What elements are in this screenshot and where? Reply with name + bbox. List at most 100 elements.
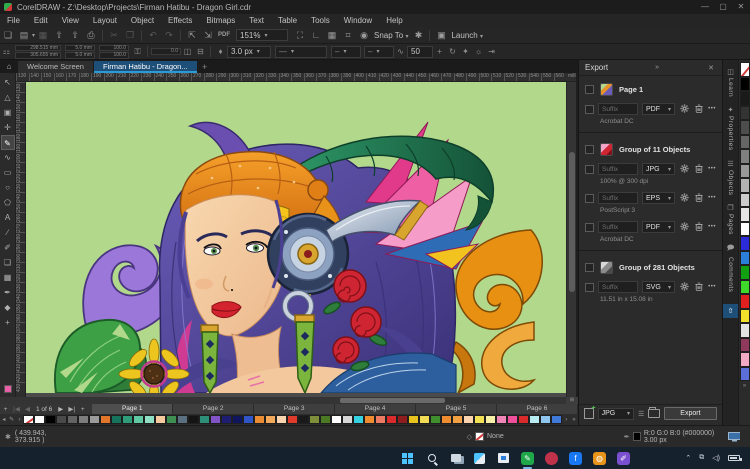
justify-icon[interactable]: ⇥ xyxy=(485,47,498,56)
palette-swatch[interactable] xyxy=(739,294,750,309)
color-swatch[interactable] xyxy=(540,415,552,424)
color-swatch[interactable] xyxy=(507,415,519,424)
redo-icon[interactable]: ↷ xyxy=(161,30,177,41)
item-delete-trash-icon[interactable] xyxy=(694,104,705,114)
palette-swatch[interactable] xyxy=(739,134,750,149)
format-dropdown[interactable]: JPG ▾ xyxy=(642,163,676,175)
color-swatch[interactable] xyxy=(386,415,398,424)
transparency-tool-icon[interactable]: ▦ xyxy=(1,270,15,285)
menu-bitmaps[interactable]: Bitmaps xyxy=(199,14,242,27)
start-arrowhead-combo[interactable]: – ▾ xyxy=(331,45,361,58)
end-arrowhead-combo[interactable]: – ▾ xyxy=(364,45,394,58)
palette-swatch[interactable] xyxy=(739,221,750,236)
color-swatch[interactable] xyxy=(56,415,68,424)
artistic-media-tool-icon[interactable]: ∿ xyxy=(1,150,15,165)
color-swatch[interactable] xyxy=(67,415,79,424)
color-swatch[interactable] xyxy=(111,415,123,424)
home-icon[interactable]: ⌂ xyxy=(0,61,18,73)
launch-dropdown[interactable]: Launch ▾ xyxy=(451,31,483,40)
maximize-button[interactable]: ▢ xyxy=(714,0,732,14)
item-delete-trash-icon[interactable] xyxy=(694,164,705,174)
color-swatch[interactable] xyxy=(166,415,178,424)
palette-swatch[interactable] xyxy=(739,149,750,164)
color-swatch[interactable] xyxy=(397,415,409,424)
last-page-icon[interactable]: ▶| xyxy=(66,405,77,413)
page-tab-page-3[interactable]: Page 3 xyxy=(254,404,336,414)
fill-tool-icon[interactable]: ◆ xyxy=(1,300,15,315)
vertical-scrollbar[interactable] xyxy=(566,82,576,397)
menu-object[interactable]: Object xyxy=(124,14,161,27)
tray-display-icon[interactable]: ⧉ xyxy=(699,454,704,462)
size-height-field[interactable]: 5.0 mm xyxy=(65,52,95,59)
color-swatch[interactable] xyxy=(353,415,365,424)
previous-page-icon[interactable]: ◀ xyxy=(22,405,33,413)
palette-swatch[interactable] xyxy=(739,192,750,207)
add-page-after-icon[interactable]: + xyxy=(77,406,88,413)
taskbar-app-purple-icon[interactable]: ✐ xyxy=(616,451,631,466)
color-swatch[interactable] xyxy=(243,415,255,424)
save-icon[interactable]: ▦ xyxy=(35,30,51,41)
rectangle-tool-icon[interactable]: ▭ xyxy=(1,165,15,180)
reduce-nodes-icon[interactable]: ✦ xyxy=(459,47,472,56)
palette-swatch[interactable] xyxy=(739,105,750,120)
export-footer-format-combo[interactable]: JPG ▾ xyxy=(597,407,635,420)
menu-file[interactable]: File xyxy=(0,14,27,27)
color-swatch[interactable] xyxy=(331,415,343,424)
publish-pdf-icon[interactable]: PDF xyxy=(216,32,232,38)
zoom-level-combo[interactable]: 151% ▾ xyxy=(236,29,289,41)
item-more-options-icon[interactable]: ••• xyxy=(708,195,716,201)
display-settings-icon[interactable] xyxy=(728,431,740,442)
position-y-field[interactable]: 305.655 mm xyxy=(15,52,61,59)
palette-swatch[interactable] xyxy=(739,352,750,367)
color-swatch[interactable] xyxy=(265,415,277,424)
palette-swatch[interactable] xyxy=(739,178,750,193)
show-guidelines-icon[interactable]: ⌗ xyxy=(340,30,356,41)
suffix-input[interactable] xyxy=(598,221,638,233)
color-swatch[interactable] xyxy=(221,415,233,424)
palette-swatch[interactable] xyxy=(739,207,750,222)
color-swatch[interactable] xyxy=(309,415,321,424)
undo-icon[interactable]: ↶ xyxy=(145,30,161,41)
taskbar-search-icon[interactable] xyxy=(424,451,439,466)
new-document-icon[interactable]: ❏ xyxy=(0,30,16,41)
size-width-field[interactable]: 5.0 mm xyxy=(65,44,95,51)
horizontal-ruler[interactable]: 130 140 150 160 170 180 190 200 210 220 230 240 250 2… xyxy=(16,73,576,82)
wrap-text-icon[interactable]: ☼ xyxy=(472,47,485,56)
color-swatch[interactable] xyxy=(276,415,288,424)
menu-layout[interactable]: Layout xyxy=(86,14,124,27)
text-tool-icon[interactable]: A xyxy=(1,210,15,225)
line-style-combo[interactable]: — ▾ xyxy=(275,45,327,58)
options-gear-icon[interactable]: ✱ xyxy=(410,30,426,41)
palette-swatch[interactable] xyxy=(739,163,750,178)
snap-to-dropdown[interactable]: Snap To ▾ xyxy=(374,31,408,40)
shadow-tool-icon[interactable]: ❏ xyxy=(1,255,15,270)
palette-swatch[interactable] xyxy=(739,236,750,251)
store-icon[interactable] xyxy=(496,451,511,466)
item-settings-gear-icon[interactable] xyxy=(679,282,690,292)
export-icon[interactable]: ⇧ xyxy=(67,30,83,41)
color-swatch[interactable] xyxy=(408,415,420,424)
menu-edit[interactable]: Edit xyxy=(27,14,55,27)
item-more-options-icon[interactable]: ••• xyxy=(708,284,716,290)
menu-tools[interactable]: Tools xyxy=(304,14,337,27)
drawing-canvas[interactable] xyxy=(26,82,566,393)
no-color-swatch[interactable] xyxy=(23,415,35,424)
show-rulers-icon[interactable]: ∟ xyxy=(308,30,324,40)
color-swatch[interactable] xyxy=(452,415,464,424)
palette-swatch[interactable] xyxy=(739,279,750,294)
color-swatch[interactable] xyxy=(375,415,387,424)
page-navigator-icon[interactable]: ⊞ xyxy=(566,397,578,404)
color-swatch[interactable] xyxy=(188,415,200,424)
horizontal-scrollbar[interactable] xyxy=(0,397,578,404)
widgets-icon[interactable] xyxy=(472,451,487,466)
color-swatch[interactable] xyxy=(430,415,442,424)
taskbar-coreldraw-icon[interactable]: ✎ xyxy=(520,451,535,469)
color-swatch[interactable] xyxy=(419,415,431,424)
vertical-scrollbar-thumb[interactable] xyxy=(569,152,575,292)
export-item-checkbox[interactable] xyxy=(585,222,594,232)
color-swatch[interactable] xyxy=(89,415,101,424)
taskbar-app-orange-icon[interactable]: ◍ xyxy=(592,451,607,466)
tab-active-document[interactable]: Firman Hatibu - Dragon... xyxy=(93,61,197,73)
palette-swatch[interactable] xyxy=(739,91,750,106)
color-swatch[interactable] xyxy=(364,415,376,424)
